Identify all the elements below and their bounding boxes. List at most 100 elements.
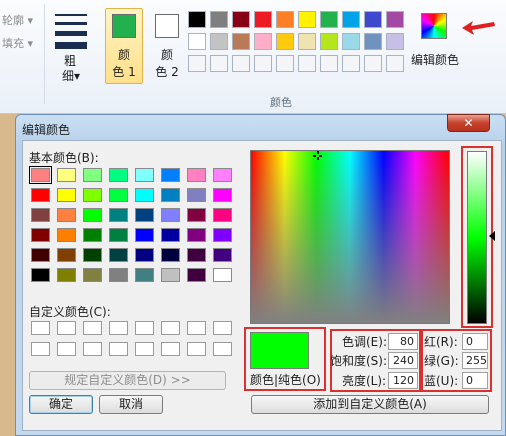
basic-color-swatch[interactable] [213, 208, 232, 222]
palette-color-cell[interactable] [188, 11, 206, 28]
custom-color-swatch[interactable] [213, 321, 232, 335]
ok-button[interactable]: 确定 [29, 395, 93, 414]
color2-button[interactable]: 颜 色 2 [148, 8, 186, 84]
palette-color-cell[interactable] [254, 11, 272, 28]
fill-button[interactable]: 填充 ▾ [2, 35, 33, 51]
palette-empty-cell[interactable] [210, 55, 228, 72]
basic-color-swatch[interactable] [213, 168, 232, 182]
palette-color-cell[interactable] [320, 33, 338, 50]
basic-color-swatch[interactable] [135, 248, 154, 262]
luminance-slider[interactable] [467, 151, 487, 324]
palette-empty-cell[interactable] [232, 55, 250, 72]
green-input[interactable]: 255 [462, 352, 488, 369]
custom-color-swatch[interactable] [57, 342, 76, 356]
basic-color-swatch[interactable] [213, 228, 232, 242]
palette-empty-cell[interactable] [320, 55, 338, 72]
custom-color-swatch[interactable] [57, 321, 76, 335]
basic-color-swatch[interactable] [31, 248, 50, 262]
basic-color-swatch[interactable] [161, 248, 180, 262]
basic-color-swatch[interactable] [109, 168, 128, 182]
basic-color-swatch[interactable] [213, 248, 232, 262]
basic-color-swatch[interactable] [109, 188, 128, 202]
hue-input[interactable]: 80 [388, 333, 418, 350]
basic-color-swatch[interactable] [31, 188, 50, 202]
basic-color-swatch[interactable] [161, 168, 180, 182]
basic-color-swatch[interactable] [57, 268, 76, 282]
basic-color-swatch[interactable] [161, 188, 180, 202]
basic-color-swatch[interactable] [57, 188, 76, 202]
palette-color-cell[interactable] [386, 33, 404, 50]
palette-empty-cell[interactable] [276, 55, 294, 72]
palette-empty-cell[interactable] [254, 55, 272, 72]
basic-color-swatch[interactable] [109, 208, 128, 222]
palette-color-cell[interactable] [342, 11, 360, 28]
basic-color-swatch[interactable] [135, 208, 154, 222]
palette-color-cell[interactable] [364, 33, 382, 50]
basic-color-swatch[interactable] [31, 228, 50, 242]
basic-color-swatch[interactable] [187, 188, 206, 202]
define-custom-colors-button[interactable]: 规定自定义颜色(D) >> [29, 371, 226, 390]
palette-color-cell[interactable] [320, 11, 338, 28]
palette-empty-cell[interactable] [386, 55, 404, 72]
outline-button[interactable]: 轮廓 ▾ [2, 12, 33, 28]
basic-color-swatch[interactable] [187, 168, 206, 182]
red-input[interactable]: 0 [462, 333, 488, 350]
basic-color-swatch[interactable] [135, 188, 154, 202]
custom-color-swatch[interactable] [135, 321, 154, 335]
basic-color-swatch[interactable] [187, 228, 206, 242]
palette-color-cell[interactable] [364, 11, 382, 28]
basic-color-swatch[interactable] [109, 228, 128, 242]
basic-color-swatch[interactable] [109, 248, 128, 262]
blue-input[interactable]: 0 [462, 372, 488, 389]
basic-color-swatch[interactable] [187, 248, 206, 262]
basic-color-swatch[interactable] [83, 248, 102, 262]
palette-color-cell[interactable] [232, 11, 250, 28]
basic-color-swatch[interactable] [83, 188, 102, 202]
palette-color-cell[interactable] [210, 33, 228, 50]
basic-color-swatch[interactable] [31, 268, 50, 282]
basic-color-swatch[interactable] [161, 228, 180, 242]
palette-empty-cell[interactable] [364, 55, 382, 72]
close-button[interactable]: ✕ [447, 114, 490, 132]
palette-empty-cell[interactable] [188, 55, 206, 72]
basic-color-swatch[interactable] [109, 268, 128, 282]
basic-color-swatch[interactable] [187, 268, 206, 282]
palette-empty-cell[interactable] [342, 55, 360, 72]
basic-color-swatch[interactable] [161, 268, 180, 282]
basic-color-swatch[interactable] [135, 168, 154, 182]
spectrum-crosshair[interactable] [313, 151, 322, 160]
add-to-custom-colors-button[interactable]: 添加到自定义颜色(A) [251, 395, 489, 414]
palette-color-cell[interactable] [298, 11, 316, 28]
luminance-input[interactable]: 120 [388, 372, 418, 389]
palette-color-cell[interactable] [276, 11, 294, 28]
custom-color-swatch[interactable] [161, 321, 180, 335]
cancel-button[interactable]: 取消 [99, 395, 163, 414]
palette-empty-cell[interactable] [298, 55, 316, 72]
basic-color-swatch[interactable] [57, 248, 76, 262]
palette-color-cell[interactable] [298, 33, 316, 50]
palette-color-cell[interactable] [386, 11, 404, 28]
color1-button[interactable]: 颜 色 1 [105, 8, 143, 84]
palette-color-cell[interactable] [342, 33, 360, 50]
palette-color-cell[interactable] [254, 33, 272, 50]
basic-color-swatch[interactable] [31, 208, 50, 222]
edit-colors-button[interactable]: 编辑颜色 [411, 8, 463, 84]
basic-color-swatch[interactable] [187, 208, 206, 222]
custom-color-swatch[interactable] [161, 342, 180, 356]
color-spectrum[interactable] [250, 150, 450, 324]
basic-color-swatch[interactable] [57, 228, 76, 242]
luminance-pointer-icon[interactable] [489, 231, 496, 241]
custom-color-swatch[interactable] [187, 321, 206, 335]
custom-color-swatch[interactable] [83, 321, 102, 335]
size-button[interactable]: 粗 细▾ [52, 8, 92, 84]
saturation-input[interactable]: 240 [388, 352, 418, 369]
basic-color-swatch[interactable] [29, 166, 52, 184]
custom-color-swatch[interactable] [109, 321, 128, 335]
basic-color-swatch[interactable] [213, 268, 232, 282]
custom-color-swatch[interactable] [187, 342, 206, 356]
basic-color-swatch[interactable] [83, 208, 102, 222]
custom-color-swatch[interactable] [109, 342, 128, 356]
basic-color-swatch[interactable] [213, 188, 232, 202]
basic-color-swatch[interactable] [57, 168, 76, 182]
custom-color-swatch[interactable] [83, 342, 102, 356]
